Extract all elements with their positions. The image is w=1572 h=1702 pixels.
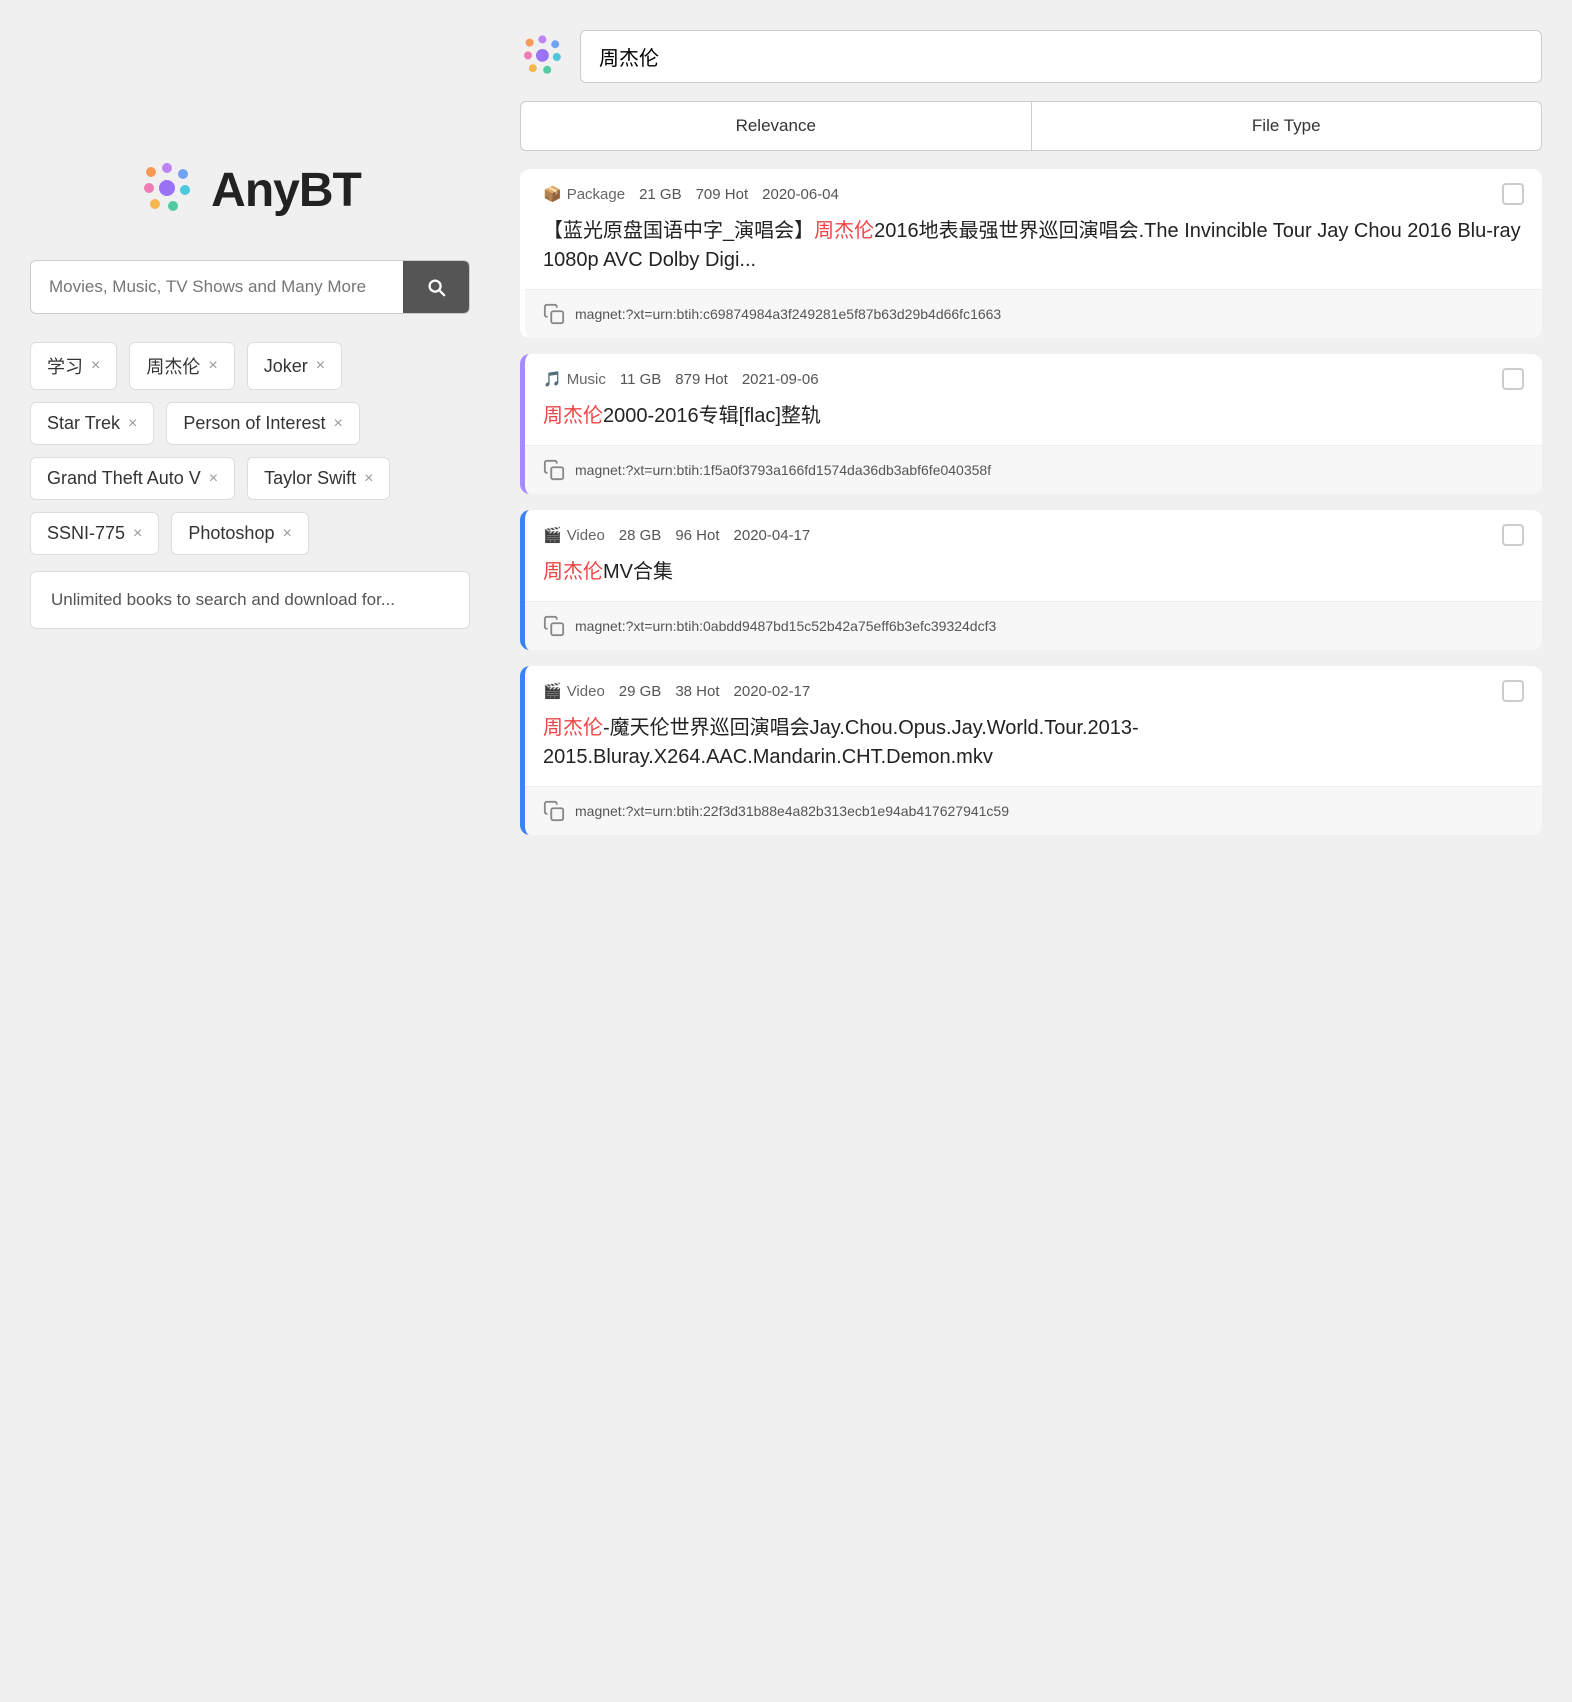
- tag-poi[interactable]: Person of Interest ×: [166, 402, 359, 445]
- tag-gta[interactable]: Grand Theft Auto V ×: [30, 457, 235, 500]
- tag-joker[interactable]: Joker ×: [247, 342, 342, 390]
- result-checkbox-4[interactable]: [1502, 680, 1524, 702]
- result-type-3: 🎬 Video: [543, 526, 605, 544]
- highlight-4: 周杰伦: [543, 717, 603, 739]
- highlight-1: 周杰伦: [814, 220, 874, 242]
- tag-label: SSNI-775: [47, 523, 125, 544]
- search-top: [520, 30, 1542, 83]
- result-card-2: 🎵 Music 11 GB 879 Hot 2021-09-06 周杰伦2000…: [520, 354, 1542, 494]
- tag-ssni[interactable]: SSNI-775 ×: [30, 512, 159, 555]
- tags-area: 学习 × 周杰伦 × Joker × Star Trek × Person of…: [30, 342, 470, 629]
- unlimited-text: Unlimited books to search and download f…: [51, 590, 395, 609]
- result-card-3: 🎬 Video 28 GB 96 Hot 2020-04-17 周杰伦MV合集 …: [520, 510, 1542, 650]
- search-bar: [30, 260, 470, 314]
- result-type-1: 📦 Package: [543, 185, 625, 203]
- magnet-text-3: magnet:?xt=urn:btih:0abdd9487bd15c52b42a…: [575, 618, 996, 634]
- result-title-3: 周杰伦MV合集: [525, 554, 1542, 601]
- result-date-2: 2021-09-06: [742, 371, 819, 388]
- result-type-2: 🎵 Music: [543, 370, 606, 388]
- result-type-4: 🎬 Video: [543, 682, 605, 700]
- top-logo-icon: [520, 33, 568, 81]
- tag-label: 学习: [47, 353, 83, 379]
- left-panel: AnyBT 学习 × 周杰伦 × Joker × Star Trek × Per…: [0, 0, 500, 1702]
- result-checkbox-1[interactable]: [1502, 183, 1524, 205]
- result-date-3: 2020-04-17: [734, 527, 811, 544]
- tag-remove-startrek[interactable]: ×: [128, 415, 137, 433]
- result-size-2: 11 GB: [620, 371, 661, 388]
- magnet-text-2: magnet:?xt=urn:btih:1f5a0f3793a166fd1574…: [575, 462, 991, 478]
- tag-label: 周杰伦: [146, 353, 200, 379]
- logo-text: AnyBT: [211, 163, 361, 218]
- tag-label: Photoshop: [188, 523, 274, 544]
- result-meta-2: 🎵 Music 11 GB 879 Hot 2021-09-06: [525, 354, 1542, 398]
- result-hot-2: 879 Hot: [675, 371, 728, 388]
- magnet-text-4: magnet:?xt=urn:btih:22f3d31b88e4a82b313e…: [575, 803, 1009, 819]
- logo-area: AnyBT: [139, 160, 361, 220]
- result-title-2: 周杰伦2000-2016专辑[flac]整轨: [525, 398, 1542, 445]
- result-card-4: 🎬 Video 29 GB 38 Hot 2020-02-17 周杰伦-魔天伦世…: [520, 666, 1542, 835]
- magnet-row-3: magnet:?xt=urn:btih:0abdd9487bd15c52b42a…: [525, 601, 1542, 650]
- tag-remove-joker[interactable]: ×: [316, 357, 325, 375]
- result-date-4: 2020-02-17: [734, 683, 811, 700]
- copy-icon-2[interactable]: [543, 459, 565, 481]
- result-hot-3: 96 Hot: [675, 527, 719, 544]
- tag-startrek[interactable]: Star Trek ×: [30, 402, 154, 445]
- result-size-4: 29 GB: [619, 683, 662, 700]
- filter-filetype[interactable]: File Type: [1031, 101, 1543, 151]
- tag-xuexi[interactable]: 学习 ×: [30, 342, 117, 390]
- result-size-1: 21 GB: [639, 186, 682, 203]
- search-button[interactable]: [403, 261, 469, 313]
- highlight-2: 周杰伦: [543, 405, 603, 427]
- magnet-row-2: magnet:?xt=urn:btih:1f5a0f3793a166fd1574…: [525, 445, 1542, 494]
- tag-remove-gta[interactable]: ×: [209, 470, 218, 488]
- tag-taylor[interactable]: Taylor Swift ×: [247, 457, 390, 500]
- search-icon: [425, 276, 447, 298]
- result-meta-1: 📦 Package 21 GB 709 Hot 2020-06-04: [525, 169, 1542, 213]
- tag-label: Person of Interest: [183, 413, 325, 434]
- copy-icon-3[interactable]: [543, 615, 565, 637]
- highlight-3: 周杰伦: [543, 561, 603, 583]
- filter-relevance[interactable]: Relevance: [520, 101, 1031, 151]
- tag-remove-xuexi[interactable]: ×: [91, 357, 100, 375]
- tag-label: Star Trek: [47, 413, 120, 434]
- result-hot-1: 709 Hot: [696, 186, 749, 203]
- right-panel: Relevance File Type 📦 Package 21 GB 709 …: [500, 0, 1572, 1702]
- tag-remove-taylor[interactable]: ×: [364, 470, 373, 488]
- result-checkbox-2[interactable]: [1502, 368, 1524, 390]
- tag-remove-photoshop[interactable]: ×: [282, 525, 291, 543]
- filter-row: Relevance File Type: [520, 101, 1542, 151]
- copy-icon-1[interactable]: [543, 303, 565, 325]
- tag-label: Grand Theft Auto V: [47, 468, 201, 489]
- magnet-text-1: magnet:?xt=urn:btih:c69874984a3f249281e5…: [575, 306, 1001, 322]
- result-title-4: 周杰伦-魔天伦世界巡回演唱会Jay.Chou.Opus.Jay.World.To…: [525, 710, 1542, 786]
- result-hot-4: 38 Hot: [675, 683, 719, 700]
- tag-label: Joker: [264, 356, 308, 377]
- tag-remove-zjl[interactable]: ×: [208, 357, 217, 375]
- magnet-row-4: magnet:?xt=urn:btih:22f3d31b88e4a82b313e…: [525, 786, 1542, 835]
- result-date-1: 2020-06-04: [762, 186, 839, 203]
- copy-icon-4[interactable]: [543, 800, 565, 822]
- search-input[interactable]: [31, 261, 403, 313]
- result-card-1: 📦 Package 21 GB 709 Hot 2020-06-04 【蓝光原盘…: [520, 169, 1542, 338]
- tag-remove-ssni[interactable]: ×: [133, 525, 142, 543]
- result-meta-4: 🎬 Video 29 GB 38 Hot 2020-02-17: [525, 666, 1542, 710]
- top-search-input[interactable]: [580, 30, 1542, 83]
- tag-photoshop[interactable]: Photoshop ×: [171, 512, 308, 555]
- tag-zjl[interactable]: 周杰伦 ×: [129, 342, 234, 390]
- result-title-1: 【蓝光原盘国语中字_演唱会】周杰伦2016地表最强世界巡回演唱会.The Inv…: [525, 213, 1542, 289]
- tag-label: Taylor Swift: [264, 468, 356, 489]
- unlimited-box: Unlimited books to search and download f…: [30, 571, 470, 629]
- tag-remove-poi[interactable]: ×: [333, 415, 342, 433]
- magnet-row-1: magnet:?xt=urn:btih:c69874984a3f249281e5…: [525, 289, 1542, 338]
- logo-icon: [139, 160, 199, 220]
- result-meta-3: 🎬 Video 28 GB 96 Hot 2020-04-17: [525, 510, 1542, 554]
- result-checkbox-3[interactable]: [1502, 524, 1524, 546]
- result-size-3: 28 GB: [619, 527, 662, 544]
